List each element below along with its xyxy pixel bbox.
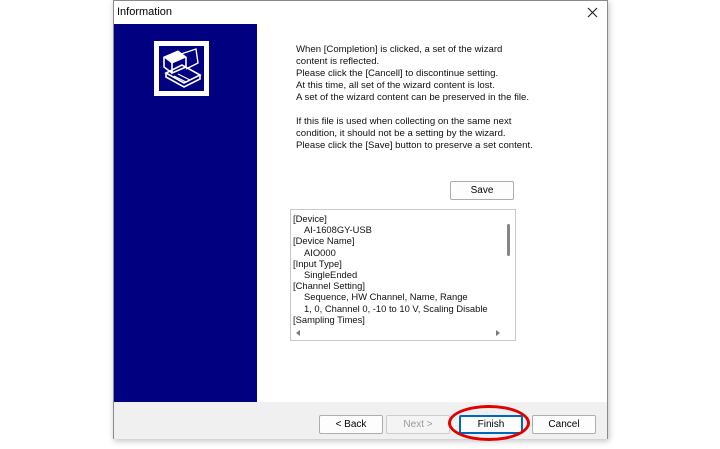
button-bar: < Back Next > Finish Cancel bbox=[114, 402, 607, 439]
title-bar: Information bbox=[114, 1, 607, 24]
window-title: Information bbox=[117, 6, 173, 18]
list-item: 1, 0, Channel 0, -10 to 10 V, Scaling Di… bbox=[304, 302, 488, 314]
description-line: When [Completion] is clicked, a set of t… bbox=[296, 44, 503, 55]
list-item: [Sampling Times] bbox=[293, 313, 365, 325]
list-item: AIO000 bbox=[304, 246, 336, 258]
wizard-side-panel bbox=[114, 24, 257, 402]
close-icon bbox=[587, 7, 597, 18]
description-line: Please click the [Cancell] to discontinu… bbox=[296, 68, 499, 79]
summary-lines: [Device] AI-1608GY-USB [Device Name] AIO… bbox=[293, 213, 501, 325]
list-item: [Channel Setting] bbox=[293, 280, 365, 292]
description-line: Please click the [Save] button to preser… bbox=[296, 140, 533, 151]
description-text: When [Completion] is clicked, a set of t… bbox=[296, 44, 596, 152]
horizontal-scrollbar[interactable] bbox=[291, 327, 504, 340]
description-line: If this file is used when collecting on … bbox=[296, 116, 512, 127]
description-line: A set of the wizard content can be prese… bbox=[296, 92, 530, 103]
wizard-dialog: Information When [Completion] is clicked… bbox=[113, 0, 608, 439]
wizard-logo bbox=[154, 41, 209, 96]
wizard-content: When [Completion] is clicked, a set of t… bbox=[257, 24, 607, 402]
close-button[interactable] bbox=[577, 1, 607, 24]
vertical-scroll-thumb[interactable] bbox=[507, 224, 510, 256]
next-button[interactable]: Next > bbox=[386, 415, 450, 434]
back-button[interactable]: < Back bbox=[319, 415, 383, 434]
list-item: [Device Name] bbox=[293, 235, 355, 247]
list-item: Sequence, HW Channel, Name, Range bbox=[304, 291, 468, 303]
description-line: condition, it should not be a setting by… bbox=[296, 128, 506, 139]
list-item: AI-1608GY-USB bbox=[304, 224, 372, 236]
description-line: content is reflected. bbox=[296, 56, 380, 67]
wizard-computer-icon bbox=[156, 43, 207, 94]
scroll-left-icon[interactable] bbox=[296, 330, 300, 336]
description-line: At this time, all set of the wizard cont… bbox=[296, 80, 495, 91]
list-item: SingleEnded bbox=[304, 269, 358, 281]
finish-button[interactable]: Finish bbox=[459, 415, 523, 434]
save-button[interactable]: Save bbox=[450, 181, 514, 200]
settings-summary-list[interactable]: [Device] AI-1608GY-USB [Device Name] AIO… bbox=[290, 209, 516, 341]
vertical-scrollbar[interactable] bbox=[502, 210, 515, 328]
list-item: [Input Type] bbox=[293, 257, 342, 269]
scroll-right-icon[interactable] bbox=[496, 330, 500, 336]
list-item: [Device] bbox=[293, 213, 327, 224]
cancel-button[interactable]: Cancel bbox=[532, 415, 596, 434]
